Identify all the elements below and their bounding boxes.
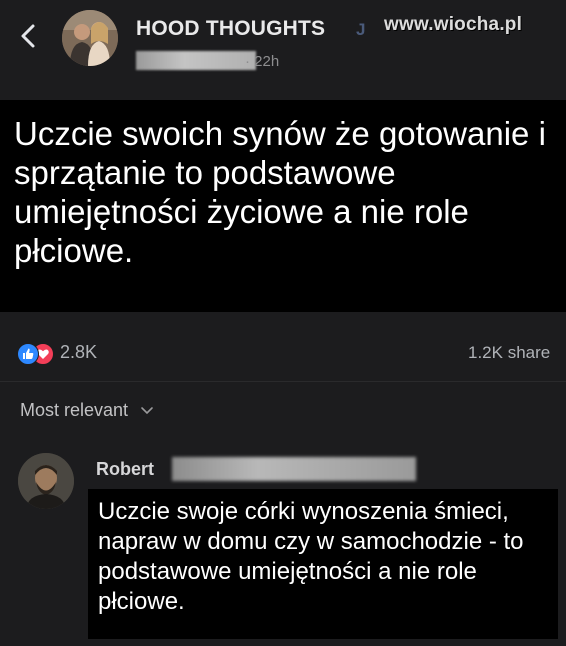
redacted-author-block: [136, 51, 256, 70]
comment-author[interactable]: Robert: [96, 459, 154, 480]
like-icon[interactable]: [17, 343, 39, 365]
page-name[interactable]: HOOD THOUGHTS: [136, 17, 325, 41]
watermark: www.wiocha.pl: [384, 14, 523, 35]
comment-text: Uczcie swoje córki wynoszenia śmieci, na…: [98, 498, 524, 615]
share-count[interactable]: 1.2K share: [468, 343, 550, 363]
comment-sort-dropdown[interactable]: Most relevant: [20, 400, 154, 421]
chevron-left-icon: [21, 24, 35, 48]
reaction-count[interactable]: 2.8K: [60, 342, 97, 363]
post-timestamp[interactable]: · 22h: [245, 53, 279, 70]
divider: [0, 381, 566, 382]
post-caption-block: Uczcie swoich synów że gotowanie i sprzą…: [0, 100, 566, 312]
post-caption: Uczcie swoich synów że gotowanie i sprzą…: [14, 115, 546, 269]
page-avatar[interactable]: [62, 10, 118, 66]
comment-avatar[interactable]: [18, 453, 74, 509]
comment-body: Uczcie swoje córki wynoszenia śmieci, na…: [88, 489, 558, 639]
chevron-down-icon: [140, 403, 154, 421]
page-name-suffix: J: [356, 20, 366, 39]
post-screenshot: HOOD THOUGHTS J www.wiocha.pl · 22h Uczc…: [0, 0, 566, 646]
redacted-surname-block: [172, 457, 416, 481]
sort-label: Most relevant: [20, 400, 129, 420]
back-button[interactable]: [14, 18, 42, 54]
post-header: HOOD THOUGHTS J www.wiocha.pl · 22h: [0, 0, 566, 96]
